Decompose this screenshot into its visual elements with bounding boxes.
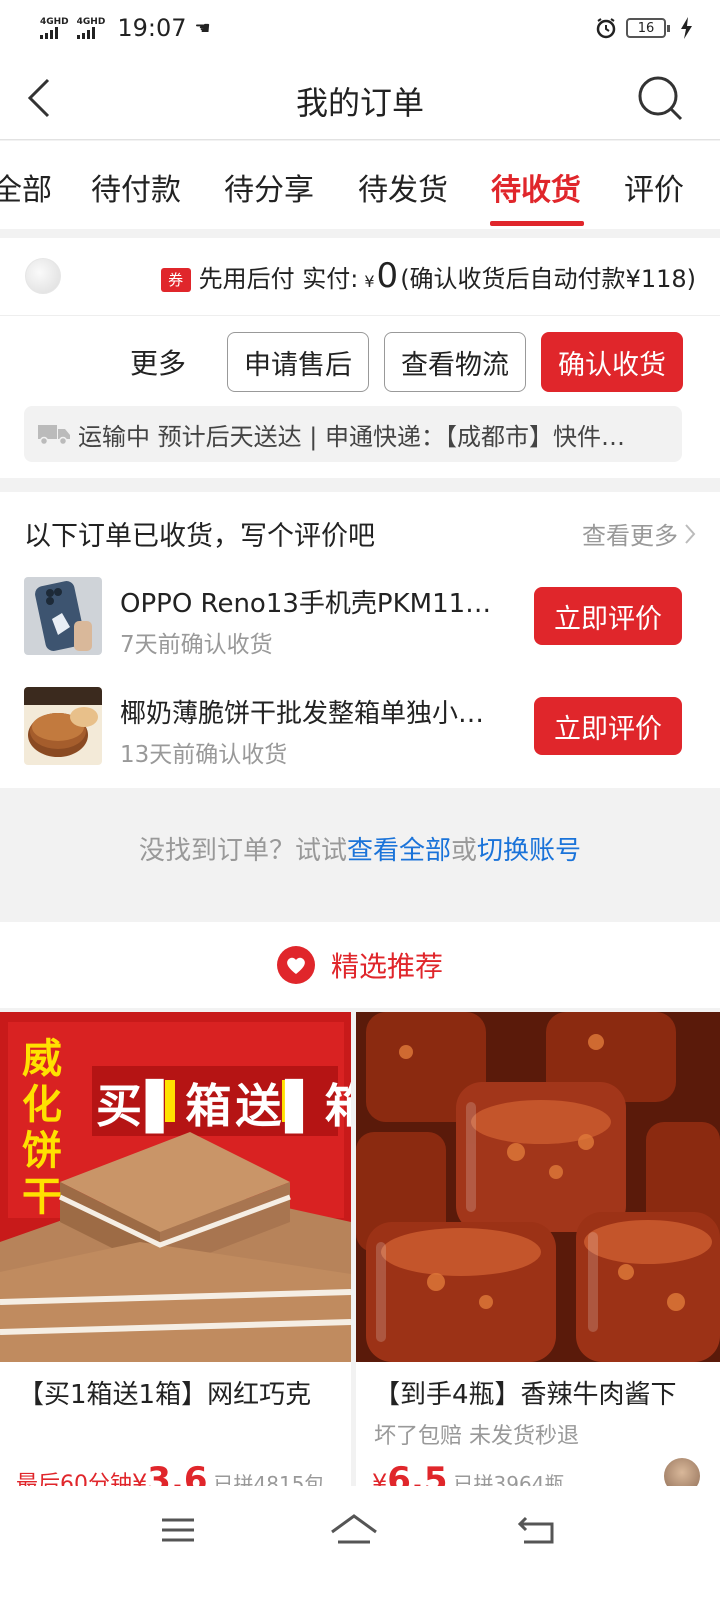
- review-section: 以下订单已收货，写个评价吧 查看更多 OPPO Reno13手机壳PKM11…: [0, 492, 720, 788]
- wafer-side-text: 威化饼干: [22, 1036, 62, 1220]
- coupon-badge: 券: [160, 268, 191, 292]
- pay-later-text: 先用后付 实付:: [198, 265, 359, 293]
- tab-all[interactable]: 全部: [0, 165, 52, 209]
- product-thumbnail-biscuits[interactable]: [24, 687, 102, 765]
- recommend-title: 精选推荐: [330, 950, 443, 983]
- signal-indicator-2: 4GHD: [76, 17, 106, 39]
- review-product-name[interactable]: 椰奶薄脆饼干批发整箱单独小…: [120, 693, 510, 730]
- view-more-link[interactable]: 查看更多: [582, 516, 696, 551]
- battery-level: 16: [637, 20, 655, 36]
- signal-indicator-1: 4GHD: [40, 17, 69, 39]
- tab-pending-share[interactable]: 待分享: [224, 165, 314, 209]
- review-product-name[interactable]: OPPO Reno13手机壳PKM11…: [120, 583, 510, 620]
- network-type-label: 4GHD: [76, 17, 106, 27]
- confirm-receipt-button[interactable]: 确认收货: [541, 332, 683, 392]
- network-type-label: 4GHD: [40, 17, 69, 27]
- tab-pending-payment[interactable]: 待付款: [91, 165, 181, 209]
- heart-icon: [276, 946, 315, 984]
- more-button[interactable]: 更多: [130, 342, 186, 382]
- auto-pay-note: (确认收货后自动付款¥118): [400, 265, 696, 293]
- order-tabs: 全部 待付款 待分享 待发货 待收货 评价: [0, 141, 720, 229]
- charging-icon: [681, 17, 692, 39]
- payment-row: 券 先用后付 实付: ¥ 0 (确认收货后自动付款¥118): [0, 238, 720, 316]
- product-image-wafer[interactable]: 威化饼干 买▌箱送▌箱: [0, 1012, 351, 1362]
- active-tab-indicator: [490, 221, 584, 226]
- product-guarantee: 坏了包赔 未发货秒退: [374, 1424, 579, 1449]
- status-bar: 4GHD 4GHD 19:07 ☚ 16: [0, 0, 720, 56]
- signal-bars-icon: [76, 27, 106, 39]
- product-card[interactable]: 【到手4瓶】香辣牛肉酱下 坏了包赔 未发货秒退 ¥ 6.5 已拼3964瓶: [356, 1012, 720, 1502]
- page-title: 我的订单: [295, 84, 424, 122]
- tab-review[interactable]: 评价: [624, 165, 684, 209]
- review-receipt-time: 7天前确认收货: [120, 632, 273, 658]
- review-section-title: 以下订单已收货，写个评价吧: [24, 521, 375, 552]
- battery-icon: 16: [626, 18, 670, 38]
- wafer-banner-text: 买▌箱送▌箱: [96, 1079, 351, 1133]
- payment-info: 券 先用后付 实付: ¥ 0 (确认收货后自动付款¥118): [160, 256, 696, 296]
- product-card[interactable]: 威化饼干 买▌箱送▌箱 【买1箱送1箱】网红巧克 最后60分钟 ¥ 3.6 已拼…: [0, 1012, 351, 1502]
- after-sale-button[interactable]: 申请售后: [227, 332, 369, 392]
- tab-pending-receipt[interactable]: 待收货: [491, 165, 581, 209]
- tab-pending-shipment[interactable]: 待发货: [358, 165, 448, 209]
- order-not-found-hint: 没找到订单？试试查看全部或切换账号: [0, 830, 720, 867]
- currency-symbol: ¥: [364, 272, 375, 291]
- signal-bars-icon: [40, 27, 69, 39]
- review-now-button[interactable]: 立即评价: [534, 697, 682, 755]
- logistics-text: 运输中 预计后天送达 | 申通快递：【成都市】快件…: [78, 422, 625, 451]
- page: 4GHD 4GHD 19:07 ☚ 16 我的订单 全部 待付款 待分享 待发货…: [0, 0, 720, 1600]
- recommend-header: 精选推荐: [0, 922, 720, 1008]
- product-thumbnail-phone-case[interactable]: [24, 577, 102, 655]
- not-found-middle: 或: [451, 836, 478, 866]
- product-title: 【到手4瓶】香辣牛肉酱下: [374, 1380, 677, 1410]
- view-more-label: 查看更多: [582, 522, 678, 550]
- truck-icon: [38, 425, 70, 445]
- product-title: 【买1箱送1箱】网红巧克: [18, 1380, 312, 1410]
- review-now-button[interactable]: 立即评价: [534, 587, 682, 645]
- alarm-icon: [596, 18, 616, 39]
- logistics-status[interactable]: 运输中 预计后天送达 | 申通快递：【成都市】快件…: [24, 406, 682, 462]
- system-navigation-bar: [0, 1486, 720, 1600]
- switch-account-link[interactable]: 切换账号: [477, 836, 581, 866]
- nav-bar: 我的订单: [0, 56, 720, 140]
- return-icon[interactable]: [512, 1510, 560, 1550]
- order-card: 券 先用后付 实付: ¥ 0 (确认收货后自动付款¥118) 更多 申请售后 查…: [0, 238, 720, 478]
- not-found-prefix: 没找到订单？试试: [138, 836, 347, 866]
- product-image-beef-sauce[interactable]: [356, 1012, 720, 1362]
- chevron-right-icon: [685, 523, 696, 544]
- clock: 19:07: [117, 14, 187, 42]
- paid-amount: 0: [376, 256, 399, 296]
- notification-icon: ☚: [194, 17, 211, 39]
- home-icon[interactable]: [328, 1510, 380, 1550]
- view-all-link[interactable]: 查看全部: [347, 836, 451, 866]
- review-receipt-time: 13天前确认收货: [120, 742, 288, 768]
- view-logistics-button[interactable]: 查看物流: [384, 332, 526, 392]
- review-item: 椰奶薄脆饼干批发整箱单独小… 13天前确认收货 立即评价: [0, 687, 720, 768]
- order-actions: 更多 申请售后 查看物流 确认收货: [0, 330, 720, 392]
- shop-avatar: [25, 258, 61, 294]
- search-icon[interactable]: [636, 74, 684, 122]
- review-item: OPPO Reno13手机壳PKM11… 7天前确认收货 立即评价: [0, 577, 720, 658]
- menu-icon[interactable]: [154, 1510, 202, 1550]
